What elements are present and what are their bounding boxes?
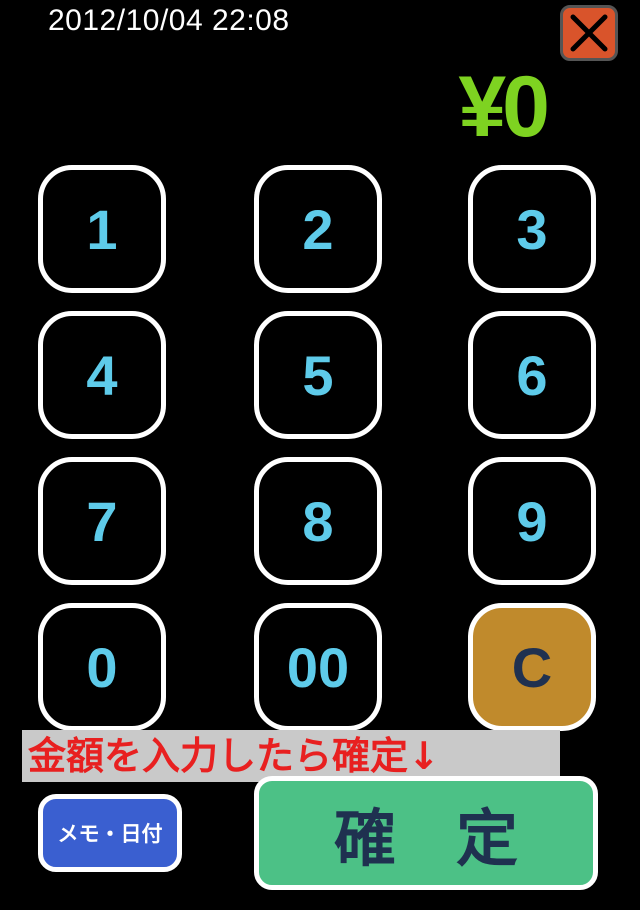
amount-display: ¥0 (458, 59, 550, 155)
key-6[interactable]: 6 (468, 311, 596, 439)
key-9[interactable]: 9 (468, 457, 596, 585)
clear-key[interactable]: C (468, 603, 596, 731)
close-x-icon (570, 14, 608, 52)
key-5[interactable]: 5 (254, 311, 382, 439)
key-8[interactable]: 8 (254, 457, 382, 585)
key-4[interactable]: 4 (38, 311, 166, 439)
key-2[interactable]: 2 (254, 165, 382, 293)
key-00[interactable]: 00 (254, 603, 382, 731)
input-hint: 金額を入力したら確定↓ (22, 730, 560, 782)
key-3[interactable]: 3 (468, 165, 596, 293)
key-7[interactable]: 7 (38, 457, 166, 585)
memo-date-button[interactable]: メモ・日付 (38, 794, 182, 872)
key-0[interactable]: 0 (38, 603, 166, 731)
key-1[interactable]: 1 (38, 165, 166, 293)
close-button[interactable] (560, 5, 618, 61)
confirm-button[interactable]: 確定 (254, 776, 598, 890)
datetime-label: 2012/10/04 22:08 (48, 4, 290, 37)
